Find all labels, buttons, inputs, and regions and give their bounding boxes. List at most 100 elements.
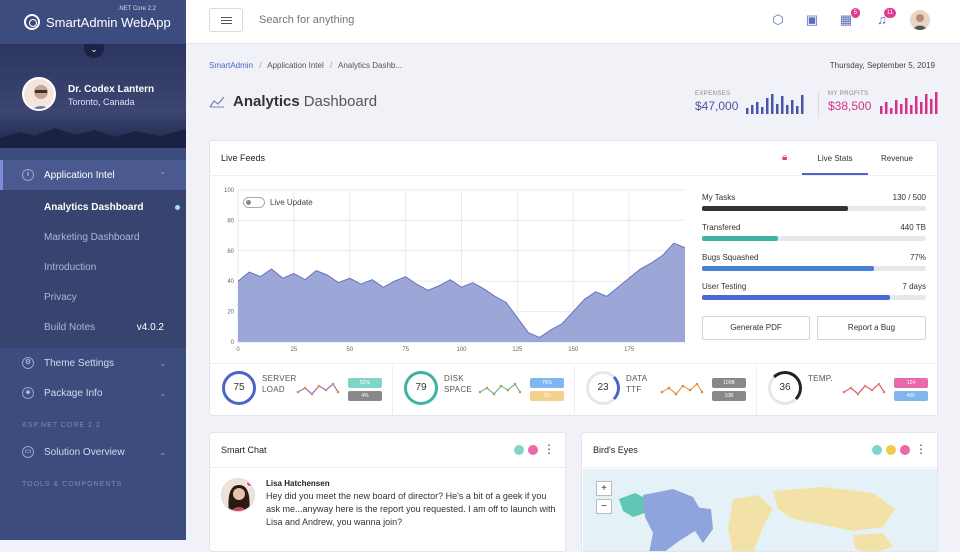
chat-message: Lisa Hatchensen Hey did you meet the new… [266, 479, 558, 529]
cube-icon[interactable]: ▣ [804, 12, 820, 28]
y-tick-label: 60 [227, 249, 234, 255]
zoom-out-button[interactable]: − [596, 499, 612, 514]
settings-icon[interactable]: ⬡ [770, 12, 786, 28]
kpi-pill: 3% [530, 391, 564, 401]
progress-value: 77% [909, 253, 926, 262]
more-vertical-icon[interactable]: ⋮ [543, 443, 555, 455]
color-dot-yellow[interactable] [886, 445, 896, 455]
mountain-silhouette [0, 128, 186, 148]
x-tick-label: 0 [236, 347, 240, 353]
chart-line-icon [209, 96, 225, 107]
spark-bar [791, 100, 794, 114]
page-title-light: Dashboard [303, 93, 378, 110]
sidebar-item-package-info[interactable]: ◈ Package Info ⌄ [0, 378, 186, 408]
expenses-value: $47,000 [695, 99, 739, 113]
menu-button[interactable] [209, 8, 243, 32]
kpi-ring: 75 [222, 371, 256, 405]
sidebar-item-application-intel[interactable]: i Application Intel ⌃ [0, 160, 186, 190]
spark-bar [776, 104, 779, 114]
progress-fill [702, 236, 779, 241]
spark-bar [930, 99, 933, 114]
spark-bar [890, 108, 893, 114]
status-dot [246, 480, 253, 487]
sidebar-item-label: Theme Settings [44, 357, 115, 369]
color-dot-teal[interactable] [514, 445, 524, 455]
brand[interactable]: SmartAdmin WebApp .NET Core 2.2 [0, 0, 186, 44]
avatar[interactable] [221, 478, 255, 512]
generate-pdf-button[interactable]: Generate PDF [702, 316, 810, 340]
spark-bar [920, 102, 923, 114]
sidebar-item-solution-overview[interactable]: ▭ Solution Overview ⌄ [0, 437, 186, 467]
spark-bar [751, 105, 754, 114]
tab-live-stats[interactable]: Live Stats [802, 141, 868, 175]
info-icon: i [22, 169, 34, 181]
kpi-ring: 23 [586, 371, 620, 405]
y-tick-label: 100 [224, 188, 235, 194]
sidebar-subitem-introduction[interactable]: Introduction [0, 252, 186, 282]
sidebar-item-theme-settings[interactable]: ⚙ Theme Settings ⌄ [0, 348, 186, 378]
kpi-sparkline [478, 382, 522, 396]
breadcrumb-item[interactable]: SmartAdmin [209, 61, 253, 70]
progress-value: 440 TB [900, 223, 926, 232]
kpi-sparkline [842, 382, 886, 396]
kpi-widget: 79 DISK SPACE 76% 3% [392, 366, 573, 414]
apps-badge: 5 [850, 8, 860, 18]
chevron-down-icon[interactable]: ⌄ [84, 44, 104, 58]
bell-icon[interactable]: ♫ 11 [874, 8, 896, 28]
tab-revenue[interactable]: Revenue [868, 141, 926, 175]
sidebar-subitem-label: Privacy [44, 291, 77, 303]
card-header: Smart Chat [210, 433, 565, 468]
search-input[interactable] [259, 14, 459, 26]
x-tick-label: 75 [402, 347, 409, 353]
toggle-switch[interactable] [243, 197, 265, 208]
report-bug-button[interactable]: Report a Bug [817, 316, 926, 340]
progress-track [702, 236, 926, 241]
topbar: ⬡ ▣ ▦5 ♫11 [186, 0, 960, 44]
expenses-stat: EXPENSES $47,000 [695, 91, 738, 113]
sidebar-subitem-build-notes[interactable]: Build Notes v4.0.2 [0, 312, 186, 342]
breadcrumb-separator: / [329, 61, 333, 70]
card-title: Bird's Eyes [593, 445, 638, 455]
apps-icon[interactable]: ▦ 5 [838, 8, 860, 28]
progress-label: User Testing [702, 282, 747, 291]
tag-icon: ◈ [22, 387, 34, 399]
progress-label: Transfered [702, 223, 741, 232]
color-dot-teal[interactable] [872, 445, 882, 455]
sidebar-subitem-privacy[interactable]: Privacy [0, 282, 186, 312]
spark-bar [771, 94, 774, 114]
sidebar-subitem-label: Build Notes [44, 321, 96, 333]
avatar[interactable] [22, 77, 56, 111]
live-update-toggle[interactable]: Live Update [243, 197, 313, 208]
x-tick-label: 100 [456, 347, 467, 353]
kpi-label: TEMP. [808, 373, 833, 384]
kpi-sparkline [660, 382, 704, 396]
kpi-label-line: TTF [626, 385, 642, 394]
sidebar-subitem-analytics[interactable]: Analytics Dashboard [0, 192, 186, 222]
x-tick-label: 175 [624, 347, 635, 353]
spark-bar [766, 98, 769, 114]
spark-bar [905, 98, 908, 114]
kpi-label-line: LOAD [262, 385, 285, 394]
progress-track [702, 206, 926, 211]
kpi-pill: 124 [894, 378, 928, 388]
breadcrumb-item[interactable]: Application Intel [267, 61, 323, 70]
lock-icon: 🔒︎ [782, 152, 788, 163]
sidebar-subitem-marketing[interactable]: Marketing Dashboard [0, 222, 186, 252]
spark-bar [756, 102, 759, 114]
color-dot-pink[interactable] [900, 445, 910, 455]
more-vertical-icon[interactable]: ⋮ [915, 443, 927, 455]
y-tick-label: 40 [227, 279, 234, 285]
live-area-chart: 0 20 40 60 80 100 0 25 50 75 100 125 150 175 [224, 188, 686, 353]
sidebar-subitem-label: Marketing Dashboard [44, 231, 140, 243]
version-label: v4.0.2 [136, 321, 164, 333]
birds-eye-card: Bird's Eyes ⋮ + − [581, 432, 938, 552]
chat-sender[interactable]: Lisa Hatchensen [266, 479, 558, 488]
kpi-pill: 76% [530, 378, 564, 388]
user-avatar[interactable] [910, 10, 930, 30]
zoom-in-button[interactable]: + [596, 481, 612, 496]
kpi-ring: 36 [768, 371, 802, 405]
settings-icon: ⚙ [22, 357, 34, 369]
progress-user-testing: User Testing 7 days [702, 282, 926, 300]
kpi-widget: 23 DATA TTF 100B 10B [574, 366, 755, 414]
color-dot-pink[interactable] [528, 445, 538, 455]
